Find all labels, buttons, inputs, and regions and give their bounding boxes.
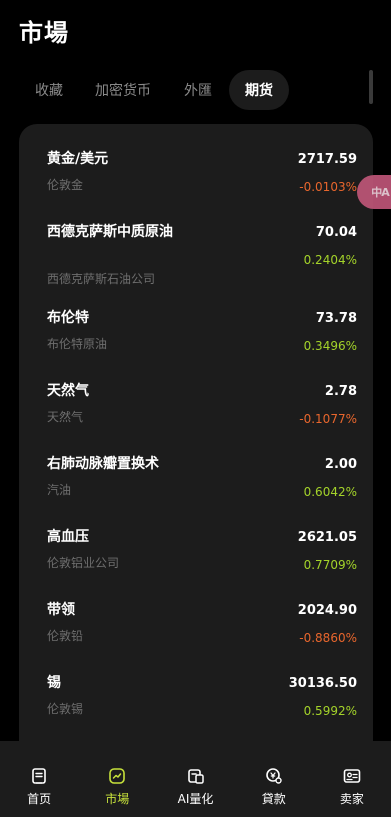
ai-quant-icon bbox=[187, 769, 204, 784]
item-change: 0.6042% bbox=[303, 485, 357, 499]
item-price: 73.78 bbox=[315, 311, 357, 326]
nav-label: 首页 bbox=[27, 792, 52, 806]
nav-label: 貸款 bbox=[261, 792, 286, 806]
item-subtitle: 伦敦铝业公司 bbox=[47, 556, 120, 570]
item-name: 黄金/美元 bbox=[47, 151, 109, 167]
tab-forex[interactable]: 外匯 bbox=[169, 70, 227, 110]
nav-seller[interactable]: 卖家 bbox=[313, 741, 391, 817]
bottom-nav: 首页 市場 AI量化 貸款 卖家 bbox=[0, 741, 391, 817]
nav-loan[interactable]: 貸款 bbox=[235, 741, 313, 817]
nav-label: 卖家 bbox=[339, 792, 364, 806]
item-price: 70.04 bbox=[315, 225, 357, 240]
item-subtitle: 伦敦金 bbox=[47, 178, 84, 192]
nav-label: 市場 bbox=[105, 792, 130, 806]
item-change: -0.8860% bbox=[299, 631, 357, 645]
item-subtitle: 布伦特原油 bbox=[47, 337, 108, 351]
translate-icon: 中A bbox=[371, 186, 389, 199]
item-name: 右肺动脉瓣置换术 bbox=[47, 456, 159, 472]
translate-button[interactable]: 中A bbox=[357, 175, 391, 209]
futures-list: 黄金/美元 伦敦金 2717.59 -0.0103% 西德克萨斯中质原油 西德克… bbox=[19, 124, 373, 764]
seller-icon bbox=[343, 769, 361, 783]
item-change: -0.1077% bbox=[299, 412, 357, 426]
item-change: 0.7709% bbox=[303, 558, 357, 572]
item-subtitle: 汽油 bbox=[47, 483, 72, 497]
item-name: 锡 bbox=[47, 675, 61, 691]
item-price: 2621.05 bbox=[297, 530, 357, 545]
tabs-scrollbar[interactable] bbox=[369, 70, 373, 104]
item-price: 30136.50 bbox=[288, 676, 357, 691]
item-price: 2.00 bbox=[324, 457, 357, 472]
item-subtitle: 伦敦锡 bbox=[47, 702, 84, 716]
item-price: 2024.90 bbox=[297, 603, 357, 618]
item-price: 2717.59 bbox=[297, 152, 357, 167]
item-name: 带领 bbox=[47, 602, 75, 618]
item-change: 0.2404% bbox=[303, 253, 357, 267]
item-name: 天然气 bbox=[47, 383, 89, 399]
item-subtitle: 伦敦铅 bbox=[47, 629, 84, 643]
item-price: 2.78 bbox=[324, 384, 357, 399]
item-change: 0.3496% bbox=[303, 339, 357, 353]
item-name: 布伦特 bbox=[47, 310, 89, 326]
item-subtitle: 西德克萨斯石油公司 bbox=[47, 272, 156, 286]
page-title: 市場 bbox=[19, 19, 69, 47]
nav-label: AI量化 bbox=[177, 792, 214, 806]
nav-home[interactable]: 首页 bbox=[0, 741, 78, 817]
category-tabs: 收藏 加密货币 外匯 期货 bbox=[21, 70, 381, 110]
loan-icon bbox=[265, 768, 282, 784]
tab-crypto[interactable]: 加密货币 bbox=[77, 70, 169, 110]
item-change: -0.0103% bbox=[299, 180, 357, 194]
item-subtitle: 天然气 bbox=[47, 410, 84, 424]
tab-favorites[interactable]: 收藏 bbox=[21, 70, 77, 110]
home-icon bbox=[32, 768, 46, 784]
tab-futures[interactable]: 期货 bbox=[229, 70, 289, 110]
nav-market[interactable]: 市場 bbox=[78, 741, 156, 817]
item-name: 西德克萨斯中质原油 bbox=[47, 224, 173, 240]
item-change: 0.5992% bbox=[303, 704, 357, 718]
market-icon bbox=[109, 768, 126, 784]
nav-ai-quant[interactable]: AI量化 bbox=[156, 741, 234, 817]
item-name: 高血压 bbox=[47, 529, 89, 545]
